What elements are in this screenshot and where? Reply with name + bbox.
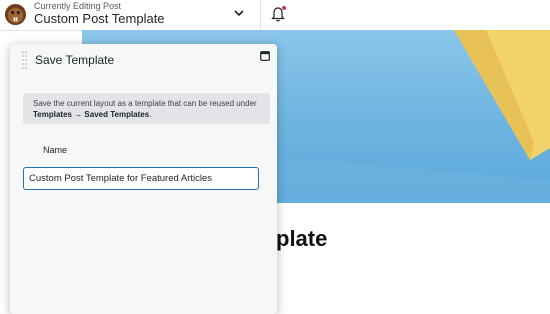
template-name-input[interactable] xyxy=(23,167,259,190)
maximize-icon[interactable] xyxy=(260,51,270,61)
drag-handle-icon[interactable] xyxy=(22,50,27,70)
beaver-logo-icon[interactable] xyxy=(4,3,27,26)
notice-text: Save the current layout as a template th… xyxy=(33,98,268,120)
notice-suffix: . xyxy=(149,110,152,119)
notice-path: Templates → Saved Templates xyxy=(33,110,150,119)
notice-prefix: Save the current layout as a template th… xyxy=(33,99,257,108)
notification-badge xyxy=(282,6,286,10)
panel-header: Save Template xyxy=(10,44,277,76)
info-notice: Save the current layout as a template th… xyxy=(23,93,270,124)
top-bar: Currently Editing Post Custom Post Templ… xyxy=(0,0,550,31)
post-title[interactable]: Custom Post Template xyxy=(34,11,165,27)
panel-title: Save Template xyxy=(35,53,115,67)
name-label: Name xyxy=(43,145,68,155)
header-divider xyxy=(260,0,261,30)
chevron-down-icon[interactable] xyxy=(233,8,245,18)
page-heading-partial: plate xyxy=(276,226,328,251)
save-template-panel: Save Template Save the current layout as… xyxy=(10,44,277,314)
